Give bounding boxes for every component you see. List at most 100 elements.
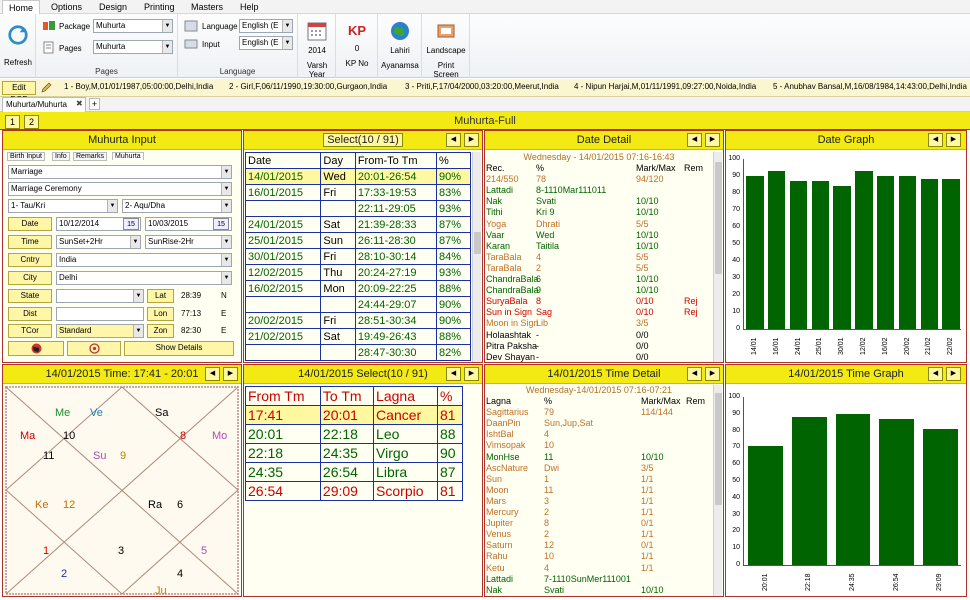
scrollbar[interactable] (713, 152, 722, 362)
country-select[interactable]: India ▼ (56, 253, 232, 267)
next-button[interactable]: ▶ (223, 367, 238, 381)
table-row[interactable]: 12/02/2015 Thu 20:24-27:19 93% (244, 264, 471, 281)
prev-button[interactable]: ◀ (446, 367, 461, 381)
time-button[interactable]: Time (8, 235, 52, 249)
table-row[interactable]: 24:35 26:54 Libra 87 (245, 462, 464, 482)
view-button[interactable] (67, 341, 121, 356)
tcor-button[interactable]: TCor (8, 324, 52, 338)
table-row[interactable]: 20/02/2015 Fri 28:51-30:34 90% (244, 312, 471, 329)
next-button[interactable]: ▶ (946, 367, 961, 381)
show-details-button[interactable]: Show Details (124, 341, 234, 356)
ceremony-select[interactable]: Marriage Ceremony ▼ (8, 182, 232, 196)
country-button[interactable]: Cntry (8, 253, 52, 267)
subtab-muhurta[interactable]: Muhurta (112, 152, 144, 160)
state-button[interactable]: State (8, 289, 52, 303)
print-screen-button[interactable]: Landscape Print Screen (424, 20, 468, 79)
bar[interactable] (746, 176, 764, 329)
time-from-select[interactable]: SunSet+2Hr ▼ (56, 235, 141, 249)
bar[interactable] (811, 181, 830, 329)
city-select[interactable]: Delhi ▼ (56, 271, 232, 285)
dist-button[interactable]: Dist (8, 307, 52, 321)
calendar-icon[interactable]: 15 (213, 218, 229, 230)
pages-select[interactable]: Muhurta ▼ (93, 40, 173, 54)
prev-button[interactable]: ◀ (205, 367, 220, 381)
prev-button[interactable]: ◀ (687, 133, 702, 147)
ayanamsa-button[interactable]: Lahiri Ayanamsa (380, 20, 420, 70)
select-title[interactable]: Select(10 / 91) (323, 133, 403, 147)
muhurta-select[interactable]: Marriage ▼ (8, 165, 232, 179)
subtab-birth-input[interactable]: Birth Input (7, 152, 45, 161)
date-button[interactable]: Date (8, 217, 52, 231)
calendar-icon[interactable]: 15 (123, 218, 139, 230)
table-row[interactable]: 24/01/2015 Sat 21:39-28:33 87% (244, 216, 471, 233)
bar[interactable] (855, 170, 873, 329)
city-button[interactable]: City (8, 271, 52, 285)
zon-value[interactable]: 82:30 (181, 326, 201, 335)
close-icon[interactable]: ✖ (76, 99, 83, 108)
bar[interactable] (833, 186, 851, 329)
bar[interactable] (835, 413, 871, 565)
table-row[interactable]: 21/02/2015 Sat 19:49-26:43 88% (244, 328, 471, 345)
prev-button[interactable]: ◀ (928, 367, 943, 381)
add-tab-button[interactable]: + (89, 98, 100, 110)
next-button[interactable]: ▶ (946, 133, 961, 147)
prev-button[interactable]: ◀ (687, 367, 702, 381)
bar[interactable] (767, 170, 786, 329)
refresh-button[interactable]: Refresh (3, 24, 33, 67)
table-row[interactable]: 30/01/2015 Fri 28:10-30:14 84% (244, 248, 471, 265)
dob-item-3[interactable]: 3 - Priti,F,17/04/2000,03:20:00,Meerut,I… (405, 82, 559, 91)
tab-muhurta[interactable]: Muhurta/Muhurta (2, 97, 86, 112)
next-button[interactable]: ▶ (705, 367, 720, 381)
subtab-info[interactable]: Info (52, 152, 70, 161)
lon-button[interactable]: Lon (147, 307, 174, 321)
next-button[interactable]: ▶ (464, 367, 479, 381)
menu-design[interactable]: Design (93, 0, 133, 14)
bar[interactable] (789, 181, 808, 329)
tara-select-2[interactable]: 2- Aqu/Dha ▼ (122, 199, 232, 213)
globe-button[interactable] (8, 341, 64, 356)
time-to-select[interactable]: SunRise-2Hr ▼ (145, 235, 232, 249)
table-row[interactable]: 26:54 29:09 Scorpio 81 (245, 481, 464, 501)
next-button[interactable]: ▶ (705, 133, 720, 147)
dob-item-4[interactable]: 4 - Nipun Harjai,M,01/11/1991,09:27:00,N… (574, 82, 756, 91)
pencil-icon[interactable] (40, 82, 52, 94)
menu-help[interactable]: Help (234, 0, 265, 14)
kp-no-button[interactable]: KP 0 KP No (340, 20, 374, 68)
dist-field[interactable] (56, 307, 144, 321)
dob-item-5[interactable]: 5 - Anubhav Bansal,M,16/08/1984,14:43:00… (773, 82, 967, 91)
table-row[interactable]: 17:41 20:01 Cancer 81 (245, 405, 464, 425)
bar[interactable] (920, 179, 939, 329)
prev-button[interactable]: ◀ (928, 133, 943, 147)
input-select[interactable]: English (E ▼ (239, 36, 293, 50)
table-row[interactable]: 22:11-29:05 93% (244, 200, 471, 217)
tara-select-1[interactable]: 1- Tau/Kri ▼ (8, 199, 118, 213)
table-row[interactable]: 14/01/2015 Wed 20:01-26:54 90% (244, 168, 471, 185)
bar[interactable] (922, 428, 958, 565)
lon-value[interactable]: 77:13 (181, 309, 201, 318)
state-select[interactable]: ▼ (56, 289, 144, 303)
varsh-year-button[interactable]: 2014 Varsh Year (300, 20, 334, 79)
menu-printing[interactable]: Printing (138, 0, 181, 14)
tcor-select[interactable]: Standard ▼ (56, 324, 144, 338)
page-2-button[interactable]: 2 (24, 115, 39, 129)
menu-options[interactable]: Options (45, 0, 88, 14)
bar[interactable] (791, 417, 827, 565)
language-select[interactable]: English (E ▼ (239, 19, 293, 33)
subtab-remarks[interactable]: Remarks (73, 152, 108, 161)
bar[interactable] (748, 445, 784, 565)
bar[interactable] (879, 418, 915, 565)
page-1-button[interactable]: 1 (5, 115, 20, 129)
table-row[interactable]: 24:44-29:07 90% (244, 296, 471, 313)
package-select[interactable]: Muhurta ▼ (93, 19, 173, 33)
bar[interactable] (876, 176, 895, 329)
bar[interactable] (898, 176, 917, 329)
scrollbar[interactable] (472, 152, 481, 362)
prev-button[interactable]: ◀ (446, 133, 461, 147)
dob-item-1[interactable]: 1 - Boy,M,01/01/1987,05:00:00,Delhi,Indi… (64, 82, 213, 91)
edit-dob-button[interactable]: Edit DOB (2, 81, 36, 104)
table-row[interactable]: 16/01/2015 Fri 17:33-19:53 83% (244, 184, 471, 201)
menu-masters[interactable]: Masters (185, 0, 229, 14)
lat-button[interactable]: Lat (147, 289, 174, 303)
table-row[interactable]: 22:18 24:35 Virgo 90 (245, 443, 464, 463)
table-row[interactable]: 25/01/2015 Sun 26:11-28:30 87% (244, 232, 471, 249)
